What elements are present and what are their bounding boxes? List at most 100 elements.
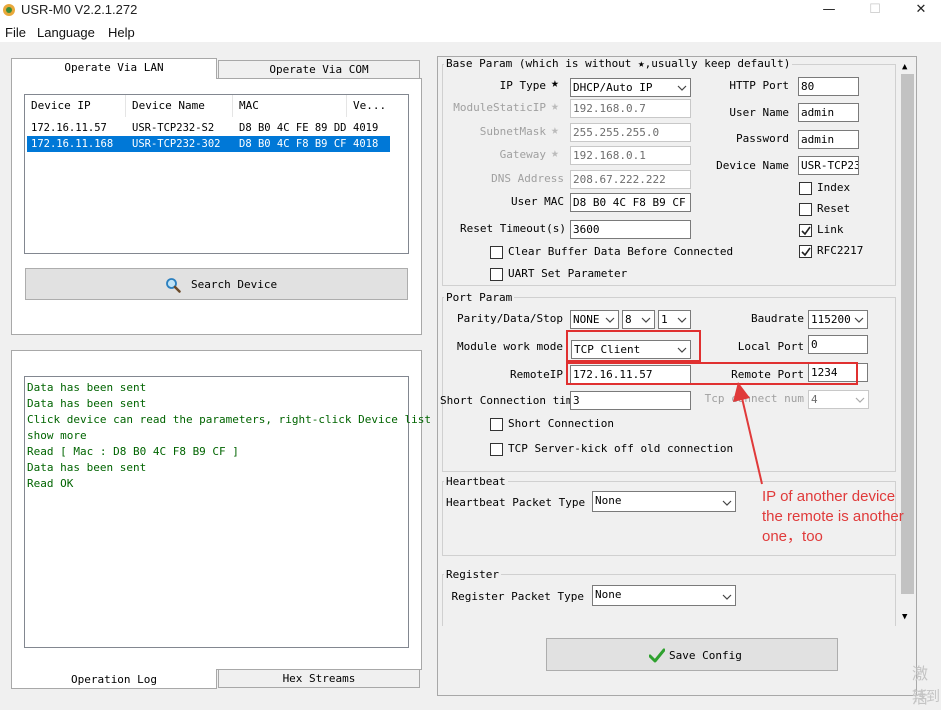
- tab-hex-streams[interactable]: Hex Streams: [218, 669, 420, 688]
- window-title: USR-M0 V2.2.1.272: [21, 2, 138, 17]
- chevron-down-icon: [855, 397, 865, 403]
- log-line: Read OK: [27, 477, 74, 490]
- local-port-label: Local Port: [737, 340, 804, 353]
- data-bits-select[interactable]: 8: [622, 310, 655, 329]
- star-icon: ★: [551, 99, 559, 114]
- table-row[interactable]: 172.16.11.57 USR-TCP232-S2 D8 B0 4C FE 8…: [25, 120, 390, 136]
- table-row-selected[interactable]: 172.16.11.168 USR-TCP232-302 D8 B0 4C F8…: [27, 136, 390, 152]
- subnet-mask-label: SubnetMask: [479, 125, 546, 138]
- highlight-work-mode: [566, 330, 701, 362]
- tab-operation-log[interactable]: Operation Log: [11, 669, 217, 689]
- dns-address-input[interactable]: 208.67.222.222: [570, 170, 691, 189]
- tab-operate-via-lan[interactable]: Operate Via LAN: [11, 58, 217, 79]
- chevron-down-icon: [677, 85, 687, 91]
- baudrate-value: 115200: [811, 313, 851, 326]
- column-header-mac[interactable]: MAC: [233, 95, 347, 117]
- register-type-label: Register Packet Type: [451, 590, 584, 603]
- register-title: Register: [444, 568, 501, 581]
- save-config-label: Save Config: [669, 649, 742, 662]
- http-port-input[interactable]: 80: [798, 77, 859, 96]
- mac-cell: D8 B0 4C FE 89 DD: [239, 122, 347, 134]
- checkmark-icon: [649, 648, 665, 663]
- log-line: show more: [27, 429, 87, 442]
- menu-file[interactable]: File: [5, 25, 26, 40]
- chevron-down-icon: [854, 317, 864, 323]
- uart-set-checkbox[interactable]: [490, 268, 503, 281]
- stop-bits-value: 1: [661, 313, 668, 326]
- reset-timeout-input[interactable]: 3600: [570, 220, 691, 239]
- user-name-label: User Name: [729, 106, 789, 119]
- scroll-up-icon[interactable]: ▲: [902, 62, 907, 72]
- register-type-value: None: [595, 588, 622, 601]
- title-bar: [0, 0, 941, 20]
- version-cell: 4019: [353, 122, 379, 134]
- scroll-down-icon[interactable]: ▼: [902, 612, 907, 622]
- scrollbar[interactable]: ▲ ▼: [899, 57, 916, 627]
- clear-buffer-checkbox[interactable]: [490, 246, 503, 259]
- tcp-connect-num-value: 4: [811, 393, 818, 406]
- close-button[interactable]: ✕: [898, 0, 941, 20]
- menu-help[interactable]: Help: [108, 25, 135, 40]
- device-ip-cell: 172.16.11.57: [31, 122, 107, 134]
- static-ip-input[interactable]: 192.168.0.7: [570, 99, 691, 118]
- dns-address-label: DNS Address: [491, 172, 564, 185]
- log-line: Click device can read the parameters, ri…: [27, 413, 431, 426]
- log-line: Data has been sent: [27, 397, 147, 410]
- tab-operate-via-com[interactable]: Operate Via COM: [218, 60, 420, 79]
- save-config-button[interactable]: Save Config: [546, 638, 838, 671]
- user-name-input[interactable]: admin: [798, 103, 859, 122]
- uart-set-label: UART Set Parameter: [508, 267, 628, 280]
- baudrate-select[interactable]: 115200: [808, 310, 868, 329]
- index-checkbox[interactable]: [799, 182, 812, 195]
- device-list[interactable]: Device IP Device Name MAC Ve... 172.16.1…: [24, 94, 409, 254]
- star-icon: ★: [551, 76, 559, 91]
- stop-bits-select[interactable]: 1: [658, 310, 691, 329]
- password-label: Password: [736, 132, 789, 145]
- local-port-input[interactable]: 0: [808, 335, 868, 354]
- star-icon: ★: [551, 146, 559, 161]
- rfc2217-label: RFC2217: [817, 244, 864, 257]
- device-name-label: Device Name: [716, 159, 789, 172]
- chevron-down-icon: [605, 317, 615, 323]
- rfc2217-checkbox[interactable]: [799, 245, 812, 258]
- heartbeat-title: Heartbeat: [444, 475, 508, 488]
- tcp-connect-num-select[interactable]: 4: [808, 390, 869, 409]
- column-header-device-name[interactable]: Device Name: [126, 95, 233, 117]
- short-connection-label: Short Connection: [508, 417, 614, 430]
- search-device-button[interactable]: Search Device: [25, 268, 408, 300]
- parity-value: NONE: [573, 313, 600, 326]
- menu-language[interactable]: Language: [37, 25, 95, 40]
- register-type-select[interactable]: None: [592, 585, 736, 606]
- short-connection-time-label: Short Connection time: [440, 394, 580, 407]
- user-mac-input[interactable]: D8 B0 4C F8 B9 CF: [570, 193, 691, 212]
- annotation-line: IP of another device: [762, 488, 896, 505]
- baudrate-label: Baudrate: [751, 312, 804, 325]
- gateway-input[interactable]: 192.168.0.1: [570, 146, 691, 165]
- remote-ip-label: RemoteIP: [510, 368, 563, 381]
- device-ip-cell: 172.16.11.168: [31, 138, 114, 150]
- subnet-mask-input[interactable]: 255.255.255.0: [570, 123, 691, 142]
- kick-old-connection-checkbox[interactable]: [490, 443, 503, 456]
- ip-type-select[interactable]: DHCP/Auto IP: [570, 78, 691, 97]
- log-line: Data has been sent: [27, 461, 147, 474]
- heartbeat-type-select[interactable]: None: [592, 491, 736, 512]
- checkmark-icon: [801, 226, 811, 236]
- column-header-device-ip[interactable]: Device IP: [25, 95, 126, 117]
- device-name-input[interactable]: USR-TCP23: [798, 156, 859, 175]
- column-header-version[interactable]: Ve...: [347, 95, 391, 117]
- parity-select[interactable]: NONE: [570, 310, 619, 329]
- short-connection-time-input[interactable]: 3: [570, 391, 691, 410]
- short-connection-checkbox[interactable]: [490, 418, 503, 431]
- heartbeat-type-label: Heartbeat Packet Type: [446, 496, 586, 509]
- static-ip-label: ModuleStaticIP: [453, 101, 546, 114]
- gateway-label: Gateway: [499, 148, 546, 161]
- minimize-button[interactable]: —: [806, 0, 852, 20]
- annotation-line: one，too: [762, 528, 823, 545]
- user-mac-label: User MAC: [511, 195, 564, 208]
- maximize-button[interactable]: ☐: [852, 0, 898, 20]
- search-device-label: Search Device: [191, 278, 278, 291]
- password-input[interactable]: admin: [798, 130, 859, 149]
- link-checkbox[interactable]: [799, 224, 812, 237]
- highlight-remote-ip-port: [566, 362, 858, 385]
- reset-checkbox[interactable]: [799, 203, 812, 216]
